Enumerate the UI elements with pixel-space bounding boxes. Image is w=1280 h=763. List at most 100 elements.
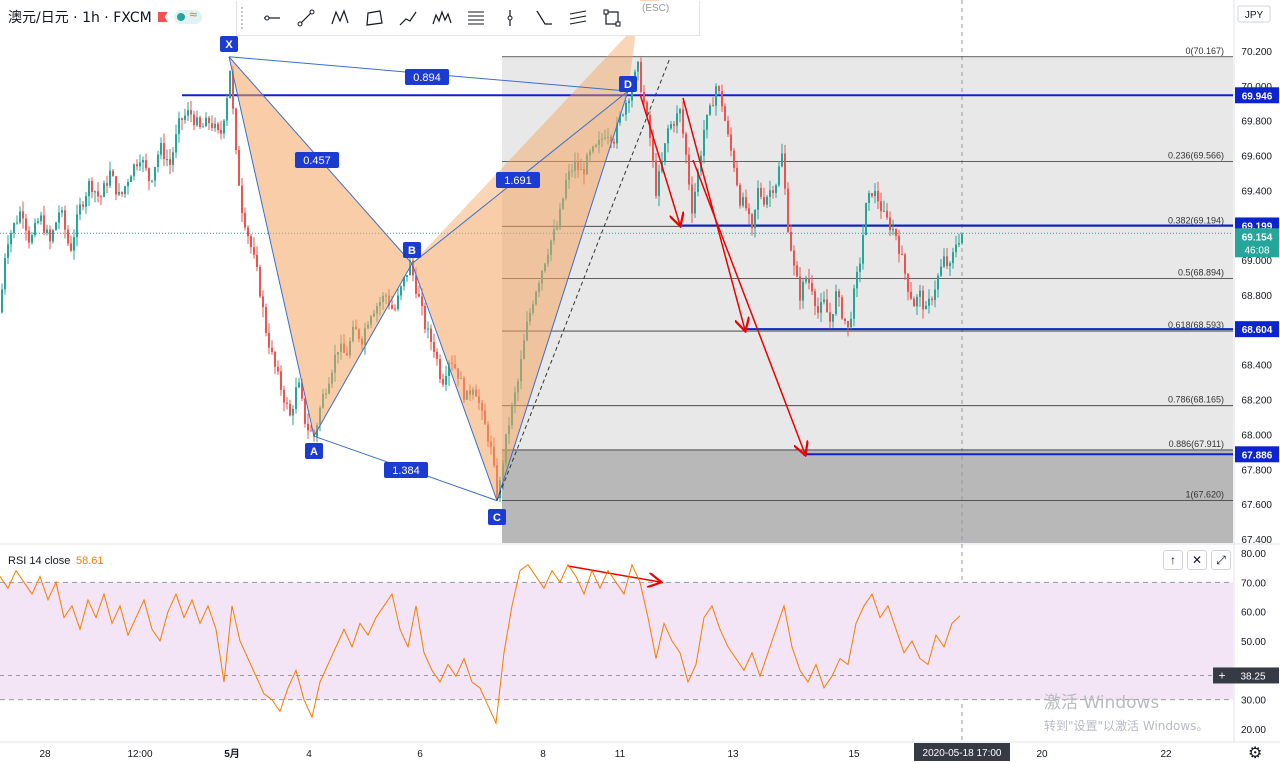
candle-body	[721, 91, 723, 107]
fib-retracement-tool-icon[interactable]	[459, 1, 493, 35]
close-icon[interactable]: ✕	[1187, 550, 1207, 570]
rsi-tick-label: 70.00	[1241, 578, 1266, 589]
candle-body	[907, 273, 909, 292]
candle-body	[10, 233, 12, 245]
candle-body	[229, 70, 231, 99]
candle-body	[391, 304, 393, 309]
candle-body	[802, 281, 804, 301]
candle-body	[106, 183, 108, 186]
time-tick-label: 5月	[224, 748, 240, 760]
candle-body	[121, 191, 123, 194]
market-status-icon[interactable]	[173, 8, 202, 24]
candle-body	[37, 221, 39, 223]
candle-body	[928, 298, 930, 306]
candle-body	[862, 235, 864, 264]
time-tick-label: 8	[540, 749, 546, 760]
candle-body	[625, 102, 627, 115]
path-tool-icon[interactable]	[391, 1, 425, 35]
price-tick-label: 69.000	[1241, 256, 1272, 267]
chart-canvas[interactable]: 0(70.167) 0.236(69.566) 0.382(69.194) 0.5(6…	[0, 0, 1280, 762]
select-frame-tool-icon[interactable]	[595, 1, 629, 35]
candle-body	[715, 86, 717, 106]
candle-body	[241, 185, 243, 214]
fib-channel-tool-icon[interactable]	[561, 1, 595, 35]
candle-body	[916, 296, 918, 307]
vertical-line-tool-icon[interactable]	[493, 1, 527, 35]
time-tick-label: 4	[306, 749, 312, 760]
rsi-cursor-text: 38.25	[1240, 671, 1265, 682]
rsi-pane-controls: ↑ ✕ ⤢	[1163, 550, 1231, 570]
xabcd-pattern-tool-icon[interactable]	[323, 1, 357, 35]
candle-body	[13, 223, 15, 234]
candle-body	[31, 235, 33, 243]
rsi-tick-label: 30.00	[1241, 696, 1266, 707]
rsi-tick-label: 60.00	[1241, 608, 1266, 619]
candle-body	[151, 180, 153, 182]
gear-icon[interactable]: ⚙	[1248, 743, 1262, 763]
candle-body	[694, 191, 696, 214]
candle-body	[139, 162, 141, 167]
candle-body	[910, 291, 912, 299]
candle-body	[628, 100, 630, 103]
time-tick-label: 15	[848, 749, 860, 760]
candle-body	[40, 215, 42, 222]
trend-line-tool-icon[interactable]	[289, 1, 323, 35]
candle-body	[196, 117, 198, 126]
candle-body	[289, 403, 291, 416]
maximize-icon[interactable]: ⤢	[1211, 550, 1231, 570]
candle-body	[424, 305, 426, 330]
time-tick-label: 6	[417, 749, 423, 760]
candle-body	[820, 302, 822, 313]
candle-body	[961, 233, 963, 244]
candle-body	[118, 191, 120, 195]
elliott-wave-tool-icon[interactable]	[425, 1, 459, 35]
candle-body	[679, 109, 681, 114]
pattern-point-label: B	[408, 245, 416, 257]
candle-body	[880, 201, 882, 212]
level-price-text: 69.946	[1242, 91, 1273, 102]
candle-body	[784, 153, 786, 189]
candle-body	[775, 185, 777, 193]
candle-body	[142, 160, 144, 163]
candle-body	[847, 321, 849, 328]
candle-body	[805, 278, 807, 282]
time-tick-label: 22	[1160, 749, 1172, 760]
drawing-toolbar	[236, 1, 700, 36]
candle-body	[418, 293, 420, 297]
candle-body	[112, 170, 114, 177]
candle-body	[52, 230, 54, 242]
candle-body	[886, 210, 888, 218]
candle-body	[742, 197, 744, 206]
move-up-icon[interactable]: ↑	[1163, 550, 1183, 570]
time-tick-label: 11	[615, 749, 626, 760]
triangle-tool-icon[interactable]	[527, 1, 561, 35]
horizontal-ray-tool-icon[interactable]	[255, 1, 289, 35]
candle-body	[811, 282, 813, 292]
rectangle-tool-icon[interactable]	[357, 1, 391, 35]
candle-body	[691, 184, 693, 214]
candle-body	[673, 124, 675, 126]
candle-body	[736, 167, 738, 186]
symbol-title[interactable]: 澳元/日元 · 1h · FXCM	[8, 7, 152, 27]
candle-body	[235, 108, 237, 150]
toolbar-drag-handle[interactable]	[241, 7, 251, 29]
candle-body	[904, 254, 906, 274]
candle-body	[406, 275, 408, 278]
candle-body	[4, 257, 6, 290]
rsi-tick-label: 20.00	[1241, 725, 1266, 736]
candle-body	[724, 106, 726, 121]
candle-body	[169, 159, 171, 165]
candle-body	[283, 389, 285, 403]
pattern-point-label: D	[624, 79, 632, 91]
candle-body	[109, 170, 111, 186]
candle-body	[226, 98, 228, 121]
candle-body	[757, 187, 759, 210]
candle-body	[22, 211, 24, 219]
candle-body	[640, 61, 642, 92]
flag-icon	[157, 12, 168, 22]
pattern-point-label: A	[310, 446, 318, 458]
candle-body	[901, 253, 903, 255]
price-tick-label: 68.800	[1241, 291, 1272, 302]
candle-body	[61, 210, 63, 213]
candle-body	[898, 235, 900, 254]
